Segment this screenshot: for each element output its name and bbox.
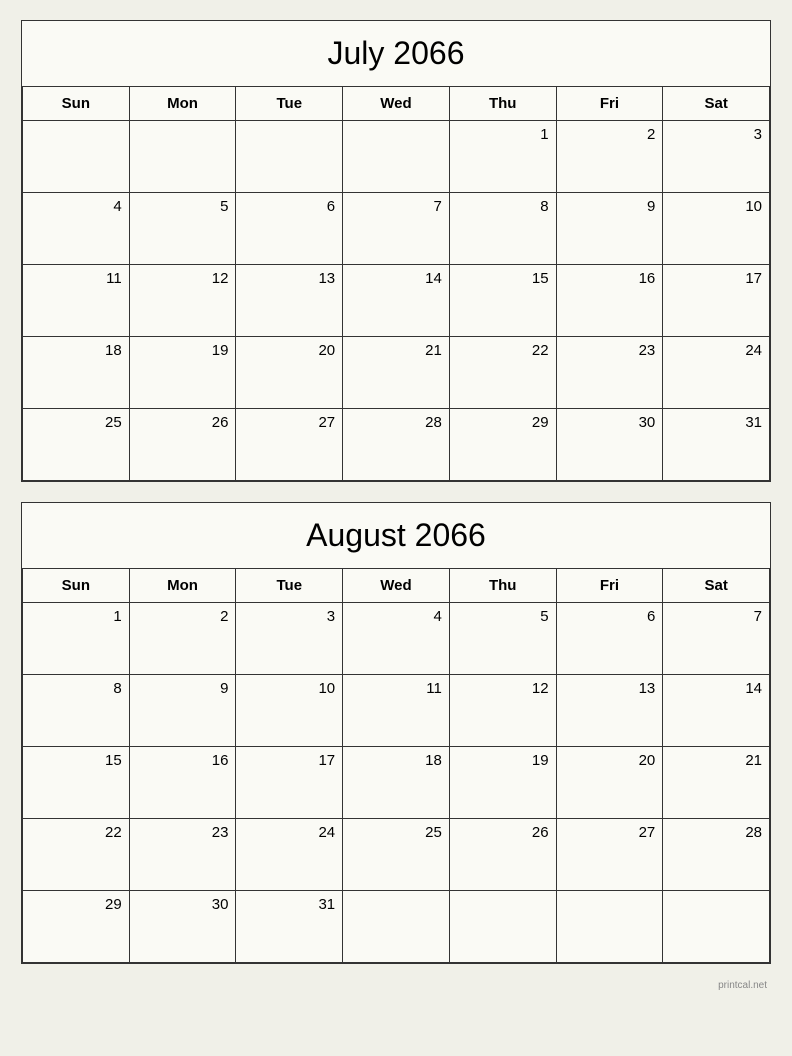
header-sat: Sat (663, 87, 770, 121)
july-title: July 2066 (22, 21, 770, 87)
table-row: 1 (450, 121, 557, 193)
table-row: 28 (663, 819, 770, 891)
table-row: 11 (23, 265, 130, 337)
header-fri: Fri (557, 569, 664, 603)
table-row (450, 891, 557, 963)
table-row: 10 (236, 675, 343, 747)
july-calendar: July 2066 Sun Mon Tue Wed Thu Fri Sat 1 … (21, 20, 771, 482)
table-row: 9 (130, 675, 237, 747)
table-row: 3 (663, 121, 770, 193)
table-row: 30 (557, 409, 664, 481)
table-row: 29 (450, 409, 557, 481)
table-row (343, 121, 450, 193)
table-row: 11 (343, 675, 450, 747)
table-row: 1 (23, 603, 130, 675)
table-row: 12 (450, 675, 557, 747)
table-row: 26 (130, 409, 237, 481)
header-wed: Wed (343, 569, 450, 603)
table-row: 4 (343, 603, 450, 675)
table-row: 6 (236, 193, 343, 265)
august-title: August 2066 (22, 503, 770, 569)
table-row: 21 (343, 337, 450, 409)
table-row: 4 (23, 193, 130, 265)
table-row: 7 (663, 603, 770, 675)
august-calendar: August 2066 Sun Mon Tue Wed Thu Fri Sat … (21, 502, 771, 964)
table-row: 23 (557, 337, 664, 409)
header-sat: Sat (663, 569, 770, 603)
table-row: 17 (236, 747, 343, 819)
table-row: 14 (343, 265, 450, 337)
table-row: 17 (663, 265, 770, 337)
table-row: 8 (450, 193, 557, 265)
table-row: 15 (23, 747, 130, 819)
header-thu: Thu (450, 569, 557, 603)
table-row: 7 (343, 193, 450, 265)
table-row: 28 (343, 409, 450, 481)
header-sun: Sun (23, 569, 130, 603)
table-row: 16 (130, 747, 237, 819)
table-row: 8 (23, 675, 130, 747)
table-row: 10 (663, 193, 770, 265)
header-fri: Fri (557, 87, 664, 121)
header-sun: Sun (23, 87, 130, 121)
table-row: 30 (130, 891, 237, 963)
header-thu: Thu (450, 87, 557, 121)
header-wed: Wed (343, 87, 450, 121)
table-row: 5 (450, 603, 557, 675)
table-row: 21 (663, 747, 770, 819)
header-mon: Mon (130, 569, 237, 603)
table-row: 5 (130, 193, 237, 265)
table-row: 15 (450, 265, 557, 337)
table-row: 18 (23, 337, 130, 409)
july-grid: Sun Mon Tue Wed Thu Fri Sat 1 2 3 4 5 6 … (22, 87, 770, 481)
table-row: 14 (663, 675, 770, 747)
table-row: 23 (130, 819, 237, 891)
table-row (663, 891, 770, 963)
august-grid: Sun Mon Tue Wed Thu Fri Sat 1 2 3 4 5 6 … (22, 569, 770, 963)
table-row: 12 (130, 265, 237, 337)
table-row: 2 (557, 121, 664, 193)
table-row: 26 (450, 819, 557, 891)
table-row: 6 (557, 603, 664, 675)
table-row: 25 (343, 819, 450, 891)
table-row: 13 (557, 675, 664, 747)
table-row: 27 (557, 819, 664, 891)
header-mon: Mon (130, 87, 237, 121)
table-row (236, 121, 343, 193)
table-row: 20 (557, 747, 664, 819)
table-row: 24 (663, 337, 770, 409)
table-row: 9 (557, 193, 664, 265)
table-row: 31 (663, 409, 770, 481)
table-row: 2 (130, 603, 237, 675)
table-row: 31 (236, 891, 343, 963)
header-tue: Tue (236, 87, 343, 121)
table-row: 22 (450, 337, 557, 409)
table-row: 18 (343, 747, 450, 819)
table-row (557, 891, 664, 963)
table-row: 3 (236, 603, 343, 675)
header-tue: Tue (236, 569, 343, 603)
table-row: 19 (130, 337, 237, 409)
table-row: 27 (236, 409, 343, 481)
watermark: printcal.net (21, 980, 771, 991)
table-row: 19 (450, 747, 557, 819)
table-row (130, 121, 237, 193)
table-row: 24 (236, 819, 343, 891)
table-row (343, 891, 450, 963)
table-row: 29 (23, 891, 130, 963)
table-row: 20 (236, 337, 343, 409)
table-row: 16 (557, 265, 664, 337)
table-row: 25 (23, 409, 130, 481)
table-row (23, 121, 130, 193)
table-row: 13 (236, 265, 343, 337)
table-row: 22 (23, 819, 130, 891)
